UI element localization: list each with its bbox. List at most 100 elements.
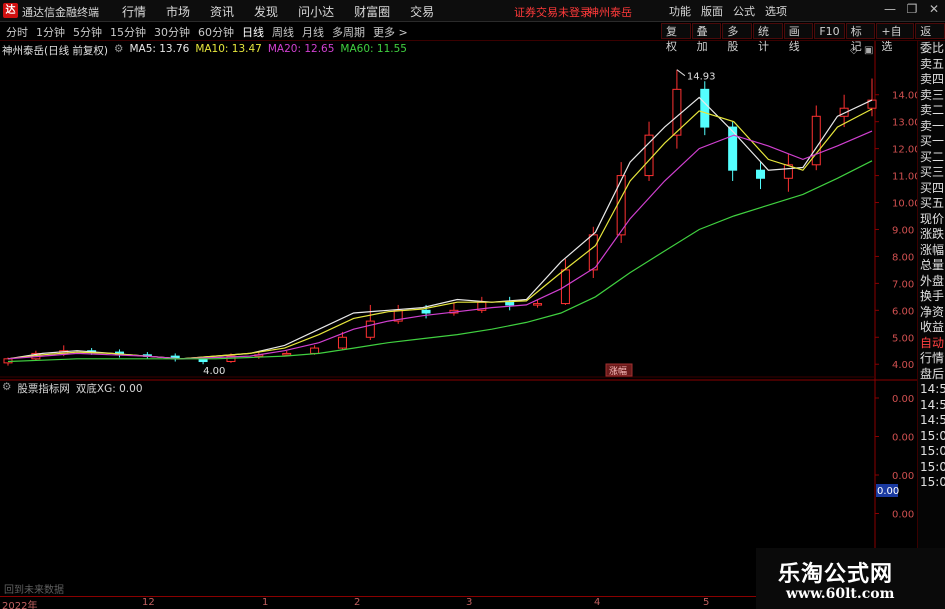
current-stock-name[interactable]: 神州泰岳 bbox=[588, 4, 632, 20]
period-tab-5[interactable]: 60分钟 bbox=[194, 24, 238, 40]
tool-button-3[interactable]: 统计 bbox=[753, 23, 783, 53]
tool-button-1[interactable]: 叠加 bbox=[691, 23, 722, 53]
menu-item-0[interactable]: 行情 bbox=[112, 3, 156, 20]
sidebar-item-7[interactable]: 买二 bbox=[918, 150, 945, 166]
window-controls: — ❐ ✕ bbox=[883, 2, 941, 16]
tool-button-7[interactable]: +自选 bbox=[876, 23, 915, 53]
y-tick-label-7: 11.00 bbox=[892, 172, 917, 183]
right-menu-item-1[interactable]: 版面 bbox=[696, 3, 728, 19]
no-data-note: 回到未来数据 bbox=[4, 585, 64, 596]
sidebar-item-11[interactable]: 现价 bbox=[918, 212, 945, 228]
ma-line-ma5 bbox=[7, 96, 873, 360]
sidebar-item-8[interactable]: 买三 bbox=[918, 165, 945, 181]
tool-button-4[interactable]: 画线 bbox=[783, 23, 814, 53]
right-menu-item-2[interactable]: 公式 bbox=[728, 3, 760, 19]
period-tab-8[interactable]: 月线 bbox=[298, 24, 328, 40]
period-tab-7[interactable]: 周线 bbox=[268, 24, 298, 40]
sidebar-item-19[interactable]: 自动 bbox=[918, 336, 945, 352]
sidebar-item-13[interactable]: 涨幅 bbox=[918, 243, 945, 259]
sidebar-item-4[interactable]: 卖二 bbox=[918, 103, 945, 119]
period-tab-0[interactable]: 分时 bbox=[2, 24, 32, 40]
indicator-name[interactable]: 股票指标网 bbox=[17, 381, 70, 396]
menu-item-1[interactable]: 市场 bbox=[156, 3, 200, 20]
sidebar-item-17[interactable]: 净资 bbox=[918, 305, 945, 321]
candle-body-13 bbox=[365, 320, 375, 338]
menu-item-6[interactable]: 交易 bbox=[400, 3, 444, 20]
period-tabs: 分时 1分钟 5分钟 15分钟 30分钟 60分钟 日线 周线 月线 多周期 更多 > bbox=[2, 24, 412, 40]
period-tab-6[interactable]: 日线 bbox=[238, 24, 268, 40]
candle-body-11 bbox=[310, 347, 320, 354]
sidebar-item-24[interactable]: 14:57 bbox=[918, 413, 945, 429]
menu-item-4[interactable]: 问小达 bbox=[288, 3, 344, 20]
sidebar-item-25[interactable]: 15:00 bbox=[918, 429, 945, 445]
sidebar-item-27[interactable]: 15:08 bbox=[918, 460, 945, 476]
ind-highlight-value: 0.00 bbox=[877, 486, 899, 497]
y-tick-label-8: 12.00 bbox=[892, 145, 917, 156]
sidebar-item-20[interactable]: 行情 bbox=[918, 351, 945, 367]
app-title: 通达信金融终端 bbox=[22, 6, 99, 19]
sidebar-item-2[interactable]: 卖四 bbox=[918, 72, 945, 88]
indicator-gear-icon[interactable]: ⚙ bbox=[2, 381, 11, 396]
ind-tick-label-3: 0.00 bbox=[892, 510, 914, 521]
close-icon[interactable]: ✕ bbox=[927, 2, 941, 16]
right-menu-item-3[interactable]: 选项 bbox=[760, 3, 792, 19]
tool-button-8[interactable]: 返回 bbox=[915, 23, 945, 53]
sidebar-item-14[interactable]: 总量 bbox=[918, 258, 945, 274]
sidebar-item-22[interactable]: 14:56 bbox=[918, 382, 945, 398]
tool-button-2[interactable]: 多股 bbox=[722, 23, 753, 53]
candle-body-23 bbox=[644, 134, 654, 177]
settings-gear-icon[interactable]: ⚙ bbox=[114, 43, 123, 57]
sidebar-item-1[interactable]: 卖五 bbox=[918, 57, 945, 73]
candle-body-15 bbox=[421, 309, 431, 314]
date-label-6: 5 bbox=[703, 597, 710, 608]
tool-button-6[interactable]: 标记 bbox=[845, 23, 876, 53]
sidebar-item-5[interactable]: 卖一 bbox=[918, 119, 945, 135]
sidebar-item-9[interactable]: 买四 bbox=[918, 181, 945, 197]
menu-item-2[interactable]: 资讯 bbox=[200, 3, 244, 20]
low-marker-label: 4.00 bbox=[203, 366, 225, 377]
y-tick-label-9: 13.00 bbox=[892, 118, 917, 129]
expand-icon: ▣ bbox=[864, 45, 873, 56]
indicator-formula: 双底XG: 0.00 bbox=[75, 383, 143, 395]
login-status[interactable]: 证券交易未登录 bbox=[514, 4, 591, 20]
y-tick-label-0: 4.00 bbox=[892, 360, 914, 371]
sidebar-item-23[interactable]: 14:56 bbox=[918, 398, 945, 414]
period-tab-3[interactable]: 15分钟 bbox=[106, 24, 150, 40]
sidebar-item-3[interactable]: 卖三 bbox=[918, 88, 945, 104]
period-tab-1[interactable]: 1分钟 bbox=[32, 24, 69, 40]
minimize-icon[interactable]: — bbox=[883, 2, 897, 16]
sidebar-item-15[interactable]: 外盘 bbox=[918, 274, 945, 290]
sidebar-item-18[interactable]: 收益 bbox=[918, 320, 945, 336]
period-tab-4[interactable]: 30分钟 bbox=[150, 24, 194, 40]
tool-button-5[interactable]: F10 bbox=[814, 23, 845, 39]
stock-period-label: 神州泰岳(日线 前复权) bbox=[2, 45, 109, 57]
date-label-1: 12 bbox=[142, 597, 155, 608]
period-tab-9[interactable]: 多周期 bbox=[328, 24, 369, 40]
period-tab-10[interactable]: 更多 > bbox=[369, 24, 412, 40]
sidebar-item-28[interactable]: 15:08 bbox=[918, 475, 945, 491]
menu-item-5[interactable]: 财富圈 bbox=[344, 3, 400, 20]
tool-button-0[interactable]: 复权 bbox=[661, 23, 691, 53]
sidebar-item-12[interactable]: 涨跌 bbox=[918, 227, 945, 243]
high-marker-label: 14.93 bbox=[687, 72, 716, 83]
watermark-url: www.60lt.com bbox=[786, 586, 895, 602]
quote-sidebar: 委比 卖五 卖四 卖三 卖二 卖一 买一 买二 买三 买四 买五 现价 涨跌 涨幅 总量 外盘 换手 净资 收益 自动… bbox=[917, 41, 945, 609]
sidebar-item-16[interactable]: 换手 bbox=[918, 289, 945, 305]
limit-tag-label: 涨幅 bbox=[609, 365, 627, 377]
ma60-label: MA60: 11.55 bbox=[340, 43, 407, 55]
date-label-2: 1 bbox=[262, 597, 269, 608]
candle-body-21 bbox=[588, 234, 598, 271]
sidebar-item-0[interactable]: 委比 bbox=[918, 41, 945, 57]
sidebar-item-21[interactable]: 盘后 bbox=[918, 367, 945, 383]
sidebar-item-10[interactable]: 买五 bbox=[918, 196, 945, 212]
date-label-4: 3 bbox=[466, 597, 473, 608]
restore-icon[interactable]: ❐ bbox=[905, 2, 919, 16]
high-marker-line bbox=[676, 69, 686, 77]
kline-chart[interactable]: 4.00 5.00 6.00 7.00 8.00 9.00 10.00 11.00 12.00 1… bbox=[0, 41, 917, 596]
period-tab-2[interactable]: 5分钟 bbox=[69, 24, 106, 40]
menu-item-3[interactable]: 发现 bbox=[244, 3, 288, 20]
right-menu-item-0[interactable]: 功能 bbox=[664, 3, 696, 19]
sidebar-item-26[interactable]: 15:08 bbox=[918, 444, 945, 460]
sidebar-item-6[interactable]: 买一 bbox=[918, 134, 945, 150]
y-tick-label-4: 8.00 bbox=[892, 252, 914, 263]
